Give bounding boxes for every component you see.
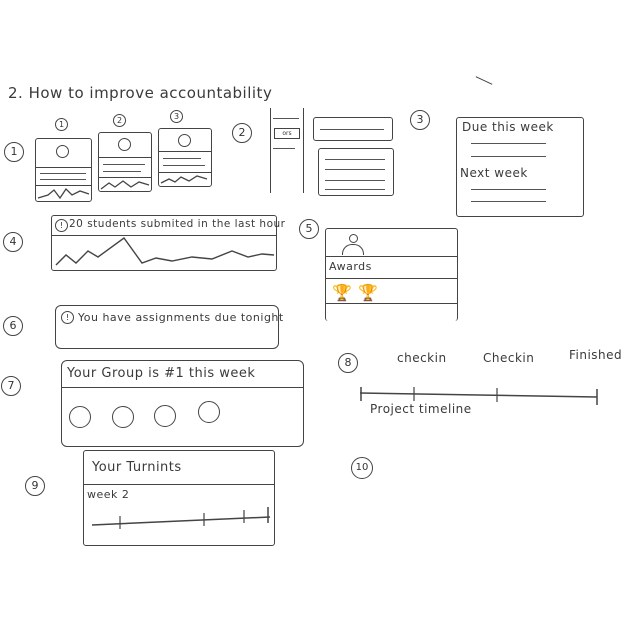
submission-activity-panel: ! 20 students submited in the last hour [51, 215, 285, 271]
turnins-panel: Your Turnints week 2 [83, 450, 275, 546]
profile-card-1 [35, 138, 92, 202]
turnins-timeline [91, 507, 271, 529]
stray-mark [475, 76, 493, 85]
section-number-3: 3 [410, 110, 430, 130]
sparkline-icon [160, 175, 208, 184]
card-number: 1 [55, 118, 68, 131]
alert-icon: ! [61, 311, 74, 324]
alert-icon: ! [55, 219, 68, 232]
page-title: 2. How to improve accountability [8, 84, 273, 102]
timeline-milestone: Finished [569, 348, 623, 362]
content-body-sketch [318, 148, 394, 196]
avatar-icon [349, 234, 358, 243]
sparkline-icon [37, 187, 90, 200]
awards-panel: Awards 🏆 🏆 [325, 228, 458, 321]
section-number-1: 1 [4, 142, 24, 162]
card-number: 3 [170, 110, 183, 123]
next-week-heading: Next week [460, 166, 528, 180]
avatar-icon [118, 138, 131, 151]
turnins-heading: Your Turnints [92, 460, 182, 475]
section-number-9: 9 [25, 476, 45, 496]
card-number: 2 [113, 114, 126, 127]
section-number-2: 2 [232, 123, 252, 143]
timeline-milestone: checkin [397, 351, 447, 365]
timeline-caption: Project timeline [370, 402, 472, 416]
sidebar-badge: ors [274, 128, 300, 139]
profile-card-2 [98, 132, 152, 192]
due-this-week-heading: Due this week [462, 120, 554, 134]
avatar-icon [56, 145, 69, 158]
trophy-icon: 🏆 [332, 283, 352, 302]
timeline-milestone: Checkin [483, 351, 535, 365]
section-number-8: 8 [338, 353, 358, 373]
activity-chart-icon [55, 237, 275, 266]
content-header-sketch [313, 117, 393, 141]
week-label: week 2 [87, 488, 130, 501]
due-list-panel: Due this week Next week [456, 117, 584, 217]
section-number-6: 6 [3, 316, 23, 336]
assignments-due-alert: ! You have assignments due tonight [55, 305, 283, 349]
section-number-10: 10 [351, 457, 373, 479]
group-ranking-message: Your Group is #1 this week [67, 366, 256, 381]
awards-label: Awards [329, 260, 372, 273]
sparkline-icon [100, 180, 150, 190]
submission-message: 20 students submited in the last hour [69, 218, 286, 230]
project-timeline [359, 387, 598, 405]
section-number-5: 5 [299, 219, 319, 239]
assignments-due-message: You have assignments due tonight [78, 311, 284, 324]
section-number-4: 4 [3, 232, 23, 252]
trophy-icon: 🏆 [358, 283, 378, 302]
profile-card-3 [158, 128, 212, 187]
avatar-icon [178, 134, 191, 147]
sidebar-sketch: ors [270, 108, 304, 193]
